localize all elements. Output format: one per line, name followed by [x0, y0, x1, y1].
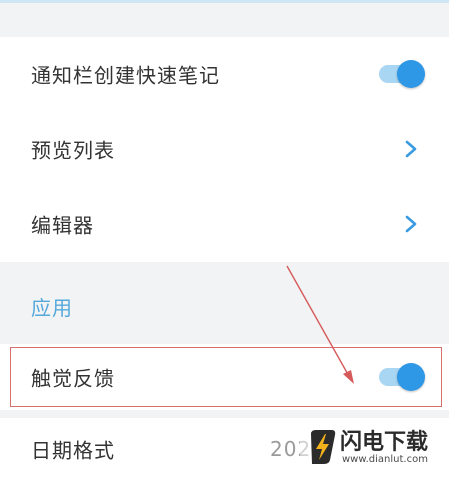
setting-label: 日期格式: [31, 438, 115, 463]
chevron-right-icon: [405, 140, 417, 157]
watermark: 闪电下载 www.dianlut.com: [300, 420, 449, 480]
setting-label: 编辑器: [31, 213, 94, 238]
setting-haptic-feedback[interactable]: 触觉反馈: [0, 344, 449, 410]
section-title: 应用: [31, 296, 73, 320]
top-accent-bar: [0, 0, 449, 3]
setting-label: 预览列表: [31, 138, 115, 162]
setting-label: 触觉反馈: [31, 366, 115, 391]
setting-editor[interactable]: 编辑器: [0, 186, 449, 262]
lightning-logo-icon: [311, 430, 336, 464]
chevron-right-icon: [405, 215, 417, 233]
top-strip: [0, 0, 449, 37]
watermark-url: www.dianlut.com: [342, 454, 428, 465]
toggle-knob: [397, 60, 425, 88]
haptic-feedback-toggle[interactable]: [377, 361, 425, 393]
setting-notify-quick-note[interactable]: 通知栏创建快速笔记: [0, 37, 449, 111]
quick-note-toggle[interactable]: [377, 58, 425, 90]
setting-label: 通知栏创建快速笔记: [31, 63, 220, 88]
watermark-name: 闪电下载: [340, 430, 429, 455]
toggle-knob: [397, 363, 425, 391]
setting-preview-list[interactable]: 预览列表: [0, 111, 449, 186]
